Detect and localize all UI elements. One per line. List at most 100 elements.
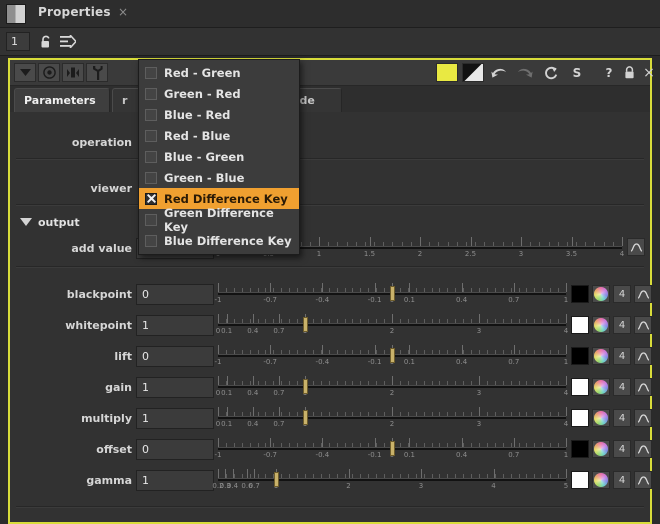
slider-handle[interactable] xyxy=(303,317,308,332)
pane-close-icon[interactable]: × xyxy=(118,5,128,19)
param-channels-button-offset[interactable]: 4 xyxy=(613,440,631,458)
menu-item-red-blue[interactable]: Red - Blue xyxy=(139,125,299,146)
mask-icon[interactable] xyxy=(62,63,84,82)
slider-tick-label: 5 xyxy=(563,482,569,490)
slider-track[interactable] xyxy=(218,478,566,481)
param-color-wheel-gamma[interactable] xyxy=(592,471,610,489)
param-curve-button-gamma[interactable] xyxy=(634,471,652,489)
slider-tick xyxy=(273,350,275,354)
lock-icon[interactable] xyxy=(618,63,640,82)
param-field-lift[interactable]: 0 xyxy=(136,346,214,367)
slider-tick xyxy=(312,412,314,416)
operation-dropdown-menu[interactable]: Red - Green Green - Red Blue - Red Red - Bl… xyxy=(138,59,300,255)
slider-tick xyxy=(344,474,346,478)
param-slider-gain[interactable]: 00.10.40.71234 xyxy=(216,375,568,401)
slider-track[interactable] xyxy=(218,385,566,388)
slider-handle[interactable] xyxy=(390,441,395,456)
menu-item-blue-red[interactable]: Blue - Red xyxy=(139,104,299,125)
param-curve-button-whitepoint[interactable] xyxy=(634,316,652,334)
filter-icon[interactable] xyxy=(58,32,78,51)
menu-item-red-green[interactable]: Red - Green xyxy=(139,62,299,83)
param-slider-whitepoint[interactable]: 00.10.40.71234 xyxy=(216,313,568,339)
param-slider-multiply[interactable]: 00.10.40.71234 xyxy=(216,406,568,432)
param-color-swatch-gain[interactable] xyxy=(571,378,589,396)
param-color-wheel-lift[interactable] xyxy=(592,347,610,365)
wrench-icon[interactable] xyxy=(86,63,108,82)
node-color-swatch[interactable] xyxy=(436,63,458,82)
circle-dot-icon[interactable] xyxy=(38,63,60,82)
split-square-icon[interactable] xyxy=(462,63,484,82)
param-field-blackpoint[interactable]: 0 xyxy=(136,284,214,305)
close-icon[interactable]: × xyxy=(638,63,660,82)
param-field-offset[interactable]: 0 xyxy=(136,439,214,460)
param-channels-button-blackpoint[interactable]: 4 xyxy=(613,285,631,303)
slider-tick xyxy=(392,242,394,246)
param-color-wheel-blackpoint[interactable] xyxy=(592,285,610,303)
menu-item-label: Red - Blue xyxy=(164,128,231,143)
param-color-wheel-gain[interactable] xyxy=(592,378,610,396)
param-channels-button-gain[interactable]: 4 xyxy=(613,378,631,396)
menu-item-blue-green[interactable]: Blue - Green xyxy=(139,146,299,167)
param-field-gamma[interactable]: 1 xyxy=(136,470,214,491)
param-slider-lift[interactable]: -1-0.7-0.4-0.100.10.40.71 xyxy=(215,344,568,370)
param-curve-button-offset[interactable] xyxy=(634,440,652,458)
slider-tick-label: 0.7 xyxy=(508,358,520,366)
refresh-icon[interactable] xyxy=(540,63,562,82)
slider-tick xyxy=(336,412,338,416)
output-group-toggle[interactable] xyxy=(20,218,32,226)
slider-handle[interactable] xyxy=(390,286,395,301)
param-channels-button-multiply[interactable]: 4 xyxy=(613,409,631,427)
slider-track[interactable] xyxy=(218,416,566,419)
slider-tick xyxy=(455,474,457,478)
param-curve-button-blackpoint[interactable] xyxy=(634,285,652,303)
slider-tick xyxy=(249,319,251,323)
param-color-swatch-offset[interactable] xyxy=(571,440,589,458)
menu-item-green-blue[interactable]: Green - Blue xyxy=(139,167,299,188)
param-color-swatch-whitepoint[interactable] xyxy=(571,316,589,334)
add-value-curve-button[interactable] xyxy=(627,238,645,256)
param-color-wheel-whitepoint[interactable] xyxy=(592,316,610,334)
tab-parameters[interactable]: Parameters xyxy=(14,88,110,112)
param-color-wheel-multiply[interactable] xyxy=(592,409,610,427)
slider-tick xyxy=(526,381,528,385)
menu-item-green-red[interactable]: Green - Red xyxy=(139,83,299,104)
slider-tick xyxy=(479,474,480,478)
menu-item-blue-difference-key[interactable]: Blue Difference Key xyxy=(139,230,299,251)
param-channels-button-whitepoint[interactable]: 4 xyxy=(613,316,631,334)
lock-open-icon[interactable] xyxy=(36,32,56,51)
slider-tick xyxy=(355,242,357,246)
param-field-gain[interactable]: 1 xyxy=(136,377,214,398)
param-slider-gamma[interactable]: 0.20.30.40.60.712345 xyxy=(212,468,569,494)
param-channels-button-lift[interactable]: 4 xyxy=(613,347,631,365)
undo-arrow-icon[interactable] xyxy=(488,63,510,82)
param-curve-button-gain[interactable] xyxy=(634,378,652,396)
param-color-swatch-gamma[interactable] xyxy=(571,471,589,489)
slider-tick xyxy=(486,319,488,323)
redo-arrow-icon[interactable] xyxy=(514,63,536,82)
index-field[interactable]: 1 xyxy=(6,32,30,51)
slider-handle[interactable] xyxy=(303,379,308,394)
param-color-swatch-blackpoint[interactable] xyxy=(571,285,589,303)
param-color-swatch-lift[interactable] xyxy=(571,347,589,365)
param-color-wheel-offset[interactable] xyxy=(592,440,610,458)
param-channels-button-gamma[interactable]: 4 xyxy=(613,471,631,489)
param-slider-offset[interactable]: -1-0.7-0.4-0.100.10.40.71 xyxy=(215,437,568,463)
param-field-multiply[interactable]: 1 xyxy=(136,408,214,429)
menu-item-green-difference-key[interactable]: Green Difference Key xyxy=(139,206,299,234)
slider-tick xyxy=(502,443,504,447)
param-color-swatch-multiply[interactable] xyxy=(571,409,589,427)
slider-track[interactable] xyxy=(218,323,566,326)
param-curve-button-lift[interactable] xyxy=(634,347,652,365)
collapse-arrow-button[interactable] xyxy=(14,63,36,82)
menu-item-label: Red - Green xyxy=(164,65,241,80)
param-curve-button-multiply[interactable] xyxy=(634,409,652,427)
slider-handle[interactable] xyxy=(274,472,279,487)
script-button[interactable]: S xyxy=(566,63,588,82)
param-slider-blackpoint[interactable]: -1-0.7-0.4-0.100.10.40.71 xyxy=(215,282,568,308)
help-button[interactable]: ? xyxy=(598,63,620,82)
slider-tick-major xyxy=(252,376,254,385)
param-field-whitepoint[interactable]: 1 xyxy=(136,315,214,336)
slider-handle[interactable] xyxy=(390,348,395,363)
param-label-lift: lift xyxy=(114,350,132,363)
slider-handle[interactable] xyxy=(303,410,308,425)
